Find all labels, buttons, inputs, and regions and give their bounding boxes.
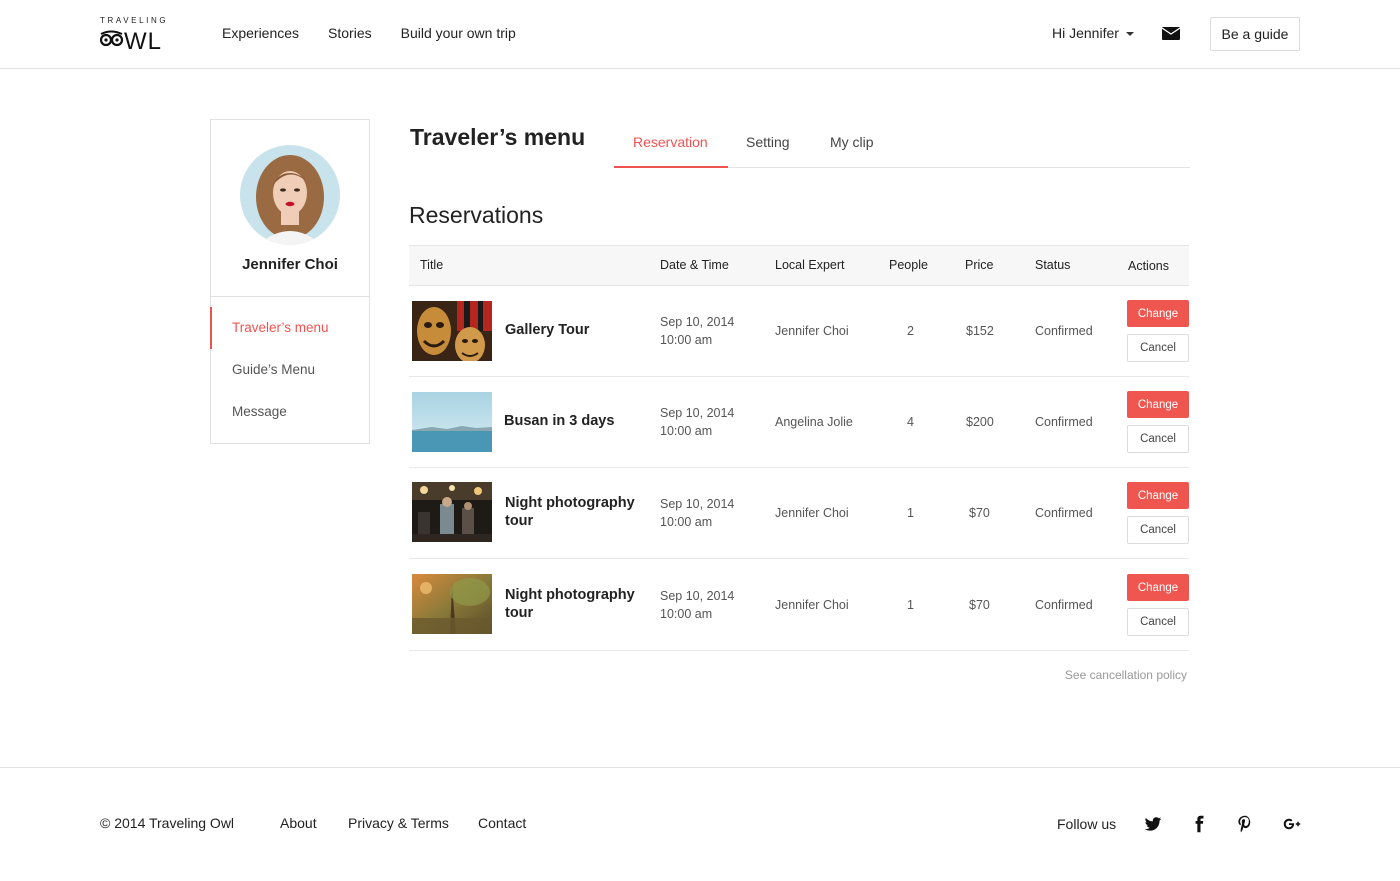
top-header: TRAVELING WL Experiences Stories Build y… (0, 0, 1400, 69)
follow-us-label: Follow us (1057, 816, 1117, 832)
sidebar-divider (211, 296, 369, 297)
price: $152 (966, 324, 994, 338)
time-line: 10:00 am (660, 515, 713, 529)
local-expert: Jennifer Choi (775, 324, 849, 338)
col-people: People (889, 258, 928, 272)
page-title: Traveler’s menu (410, 124, 586, 150)
reservation-title[interactable]: Night photography tour (505, 586, 645, 622)
reservation-date: Sep 10, 2014 10:00 am (660, 587, 734, 623)
table-row: Busan in 3 days Sep 10, 2014 10:00 am An… (409, 377, 1189, 468)
envelope-icon[interactable] (1162, 27, 1180, 40)
be-a-guide-button[interactable]: Be a guide (1210, 17, 1300, 51)
sidebar-item-travelers-menu[interactable]: Traveler’s menu (232, 320, 329, 335)
traveling-owl-logo[interactable]: TRAVELING WL (100, 16, 174, 52)
table-header: Title Date & Time Local Expert People Pr… (409, 245, 1189, 286)
status: Confirmed (1035, 324, 1093, 338)
pinterest-icon[interactable] (1236, 815, 1254, 833)
logo-word: WL (124, 28, 162, 51)
reservation-title[interactable]: Gallery Tour (505, 321, 645, 339)
footer-link-privacy-terms[interactable]: Privacy & Terms (348, 815, 449, 831)
nav-build-trip[interactable]: Build your own trip (401, 25, 516, 41)
user-greeting: Hi Jennifer (1052, 25, 1119, 41)
change-button[interactable]: Change (1127, 482, 1189, 509)
tab-my-clip[interactable]: My clip (830, 134, 874, 150)
nav-stories[interactable]: Stories (328, 25, 372, 41)
tab-reservation[interactable]: Reservation (633, 134, 708, 150)
caret-down-icon (1125, 32, 1134, 36)
reservation-date: Sep 10, 2014 10:00 am (660, 313, 734, 349)
date-line: Sep 10, 2014 (660, 315, 735, 329)
col-status: Status (1035, 258, 1071, 272)
active-indicator (210, 307, 212, 349)
col-actions: Actions (1128, 259, 1169, 273)
price: $70 (969, 598, 990, 612)
time-line: 10:00 am (660, 424, 713, 438)
table-row: Night photography tour Sep 10, 2014 10:0… (409, 468, 1189, 559)
footer-link-contact[interactable]: Contact (478, 815, 526, 831)
footer-divider (0, 767, 1400, 768)
section-title: Reservations (409, 202, 544, 228)
user-menu[interactable]: Hi Jennifer (1052, 25, 1134, 41)
cancel-button[interactable]: Cancel (1127, 425, 1189, 453)
local-expert: Angelina Jolie (775, 415, 853, 429)
cancellation-policy-link[interactable]: See cancellation policy (1065, 668, 1187, 682)
people-count: 4 (907, 415, 914, 429)
profile-sidebar: Jennifer Choi Traveler’s menu Guide’s Me… (210, 119, 370, 444)
col-local-expert: Local Expert (775, 258, 845, 272)
cancel-button[interactable]: Cancel (1127, 334, 1189, 362)
date-line: Sep 10, 2014 (660, 497, 735, 511)
forest-thumbnail[interactable] (412, 574, 492, 634)
price: $200 (966, 415, 994, 429)
facebook-icon[interactable] (1190, 815, 1208, 833)
col-title: Title (420, 258, 444, 272)
night-street-thumbnail[interactable] (412, 482, 492, 542)
reservation-date: Sep 10, 2014 10:00 am (660, 404, 734, 440)
cancel-button[interactable]: Cancel (1127, 516, 1189, 544)
change-button[interactable]: Change (1127, 391, 1189, 418)
time-line: 10:00 am (660, 333, 713, 347)
col-price: Price (965, 258, 994, 272)
active-tab-underline (614, 166, 728, 168)
change-button[interactable]: Change (1127, 574, 1189, 601)
copyright: © 2014 Traveling Owl (100, 815, 235, 831)
table-row: Gallery Tour Sep 10, 2014 10:00 am Jenni… (409, 286, 1189, 377)
twitter-icon[interactable] (1144, 815, 1162, 833)
tab-setting[interactable]: Setting (746, 134, 790, 150)
status: Confirmed (1035, 506, 1093, 520)
sidebar-item-guides-menu[interactable]: Guide’s Menu (232, 362, 315, 377)
nav-experiences[interactable]: Experiences (222, 25, 299, 41)
reservation-title[interactable]: Night photography tour (505, 494, 645, 530)
local-expert: Jennifer Choi (775, 506, 849, 520)
reservation-date: Sep 10, 2014 10:00 am (660, 495, 734, 531)
reservation-title[interactable]: Busan in 3 days (504, 412, 644, 430)
people-count: 1 (907, 598, 914, 612)
date-line: Sep 10, 2014 (660, 406, 735, 420)
sidebar-item-message[interactable]: Message (232, 404, 287, 419)
masks-thumbnail[interactable] (412, 301, 492, 361)
people-count: 1 (907, 506, 914, 520)
status: Confirmed (1035, 598, 1093, 612)
google-plus-icon[interactable] (1283, 815, 1301, 833)
time-line: 10:00 am (660, 607, 713, 621)
avatar (240, 145, 340, 245)
sea-thumbnail[interactable] (412, 392, 492, 452)
change-button[interactable]: Change (1127, 300, 1189, 327)
price: $70 (969, 506, 990, 520)
table-row: Night photography tour Sep 10, 2014 10:0… (409, 559, 1189, 651)
profile-name: Jennifer Choi (242, 256, 338, 273)
footer-link-about[interactable]: About (280, 815, 317, 831)
main-nav: Experiences Stories Build your own trip (222, 25, 545, 41)
date-line: Sep 10, 2014 (660, 589, 735, 603)
local-expert: Jennifer Choi (775, 598, 849, 612)
cancel-button[interactable]: Cancel (1127, 608, 1189, 636)
people-count: 2 (907, 324, 914, 338)
status: Confirmed (1035, 415, 1093, 429)
owl-logo-mark: WL (100, 28, 162, 51)
col-date-time: Date & Time (660, 258, 729, 272)
logo-tagline: TRAVELING (100, 16, 169, 25)
